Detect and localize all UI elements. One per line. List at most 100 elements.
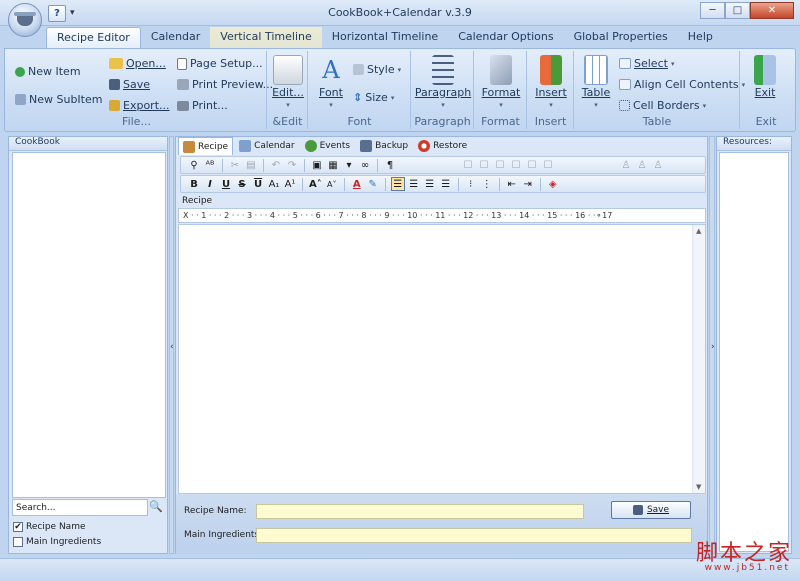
editor-tab-backup[interactable]: Backup bbox=[356, 137, 412, 155]
cookbook-tree[interactable] bbox=[12, 152, 166, 498]
underline-icon[interactable]: U bbox=[219, 177, 233, 191]
spell-icon[interactable]: ♙ bbox=[635, 158, 649, 172]
export-button[interactable]: Export... bbox=[109, 99, 170, 112]
tab-global-properties[interactable]: Global Properties bbox=[564, 27, 678, 49]
italic-icon[interactable]: I bbox=[203, 177, 217, 191]
main-ingredients-checkbox[interactable]: Main Ingredients bbox=[13, 537, 101, 547]
tab-help[interactable]: Help bbox=[678, 27, 723, 49]
table-cell-icon[interactable]: ☐ bbox=[525, 158, 539, 172]
undo-icon[interactable]: ↶ bbox=[269, 158, 283, 172]
resources-list[interactable] bbox=[719, 152, 789, 552]
size-icon: ⇕ bbox=[353, 91, 363, 104]
bold-icon[interactable]: B bbox=[187, 177, 201, 191]
format-button[interactable]: Format ▾ bbox=[477, 55, 525, 111]
table-button[interactable]: Table ▾ bbox=[577, 55, 615, 111]
exit-button[interactable]: Exit bbox=[745, 55, 785, 99]
replace-icon[interactable]: ᴬᴮ bbox=[203, 158, 217, 172]
ruler[interactable]: Ⅹ · · 1 · · · 2 · · · 3 · · · 4 · · · 5 … bbox=[178, 208, 706, 223]
new-item-button[interactable]: New Item bbox=[15, 65, 81, 78]
group-font: A Font ▾ Style ▾ ⇕ Size ▾ Font bbox=[309, 51, 411, 129]
search-input[interactable] bbox=[12, 499, 148, 516]
spell-icon[interactable]: ♙ bbox=[619, 158, 633, 172]
save-ribbon-button[interactable]: Save bbox=[109, 78, 150, 91]
page-setup-button[interactable]: Page Setup... bbox=[177, 57, 263, 70]
recipe-name-checkbox[interactable]: ✔ Recipe Name bbox=[13, 522, 86, 532]
insert-button[interactable]: Insert ▾ bbox=[530, 55, 572, 111]
decrease-indent-icon[interactable]: ⇤ bbox=[505, 177, 519, 191]
save-button[interactable]: Save bbox=[611, 501, 691, 519]
align-left-icon[interactable]: ☰ bbox=[390, 177, 405, 191]
editor-tab-restore[interactable]: Restore bbox=[414, 137, 471, 155]
align-cell-contents-dropdown[interactable]: Align Cell Contents ▾ bbox=[619, 78, 745, 91]
paint-bucket-icon bbox=[490, 55, 512, 85]
main-ingredients-field[interactable] bbox=[256, 528, 692, 543]
cut-icon[interactable]: ✂ bbox=[228, 158, 242, 172]
align-center-icon[interactable]: ☰ bbox=[407, 177, 421, 191]
maximize-button[interactable]: □ bbox=[725, 2, 750, 19]
ribbon: New Item New SubItem Open... Save Export… bbox=[4, 48, 796, 132]
find-icon[interactable]: ⚲ bbox=[187, 158, 201, 172]
link-icon[interactable]: ∞ bbox=[358, 158, 372, 172]
insert-image-icon[interactable]: ▣ bbox=[310, 158, 324, 172]
cell-borders-dropdown[interactable]: Cell Borders ▾ bbox=[619, 99, 706, 112]
size-dropdown[interactable]: ⇕ Size ▾ bbox=[353, 91, 394, 104]
grow-font-icon[interactable]: A˄ bbox=[308, 177, 323, 191]
paragraph-button[interactable]: Paragraph ▾ bbox=[414, 55, 472, 111]
justify-icon[interactable]: ☰ bbox=[439, 177, 453, 191]
edit-button[interactable]: Edit... ▾ bbox=[272, 55, 304, 111]
insert-table-icon[interactable]: ▦ bbox=[326, 158, 340, 172]
tab-horizontal-timeline[interactable]: Horizontal Timeline bbox=[322, 27, 448, 49]
numbered-list-icon[interactable]: ⋮ bbox=[480, 177, 494, 191]
table-cell-icon[interactable]: ☐ bbox=[477, 158, 491, 172]
font-button[interactable]: A Font ▾ bbox=[313, 55, 349, 111]
style-dropdown[interactable]: Style ▾ bbox=[353, 63, 401, 76]
vertical-scrollbar[interactable]: ▲ ▼ bbox=[692, 225, 705, 493]
new-subitem-button[interactable]: New SubItem bbox=[15, 93, 102, 106]
app-orb-button[interactable] bbox=[8, 3, 42, 37]
shrink-font-icon[interactable]: A˅ bbox=[325, 177, 339, 191]
select-dropdown[interactable]: Select ▾ bbox=[619, 57, 674, 70]
scroll-down-icon[interactable]: ▼ bbox=[696, 483, 701, 491]
binoculars-icon[interactable]: 🔍 bbox=[149, 500, 163, 515]
left-splitter[interactable]: ‹ bbox=[169, 136, 174, 554]
editor-tab-events[interactable]: Events bbox=[301, 137, 354, 155]
table-dropdown-icon[interactable]: ▾ bbox=[342, 158, 356, 172]
bullet-list-icon[interactable]: ⁝ bbox=[464, 177, 478, 191]
qat-customize-dropdown[interactable]: ▾ bbox=[70, 8, 75, 18]
right-splitter[interactable]: › bbox=[709, 136, 715, 554]
help-icon[interactable]: ? bbox=[48, 4, 66, 22]
tab-recipe-editor[interactable]: Recipe Editor bbox=[46, 27, 141, 49]
redo-icon[interactable]: ↷ bbox=[285, 158, 299, 172]
align-right-icon[interactable]: ☰ bbox=[423, 177, 437, 191]
superscript-icon[interactable]: A¹ bbox=[283, 177, 297, 191]
editor-tab-recipe[interactable]: Recipe bbox=[178, 137, 234, 155]
table-cell-icon[interactable]: ☐ bbox=[509, 158, 523, 172]
pilcrow-icon[interactable]: ¶ bbox=[383, 158, 397, 172]
table-cell-icon[interactable]: ☐ bbox=[541, 158, 555, 172]
open-button[interactable]: Open... bbox=[109, 57, 166, 70]
minimize-button[interactable]: ─ bbox=[700, 2, 725, 19]
overline-icon[interactable]: U bbox=[251, 177, 265, 191]
scissors-icon bbox=[273, 55, 303, 85]
table-cell-icon[interactable]: ☐ bbox=[461, 158, 475, 172]
tab-calendar-options[interactable]: Calendar Options bbox=[448, 27, 563, 49]
strikethrough-icon[interactable]: S bbox=[235, 177, 249, 191]
subscript-icon[interactable]: A₁ bbox=[267, 177, 281, 191]
spell-icon[interactable]: ♙ bbox=[651, 158, 665, 172]
recipe-text-editor[interactable]: ▲ ▼ bbox=[178, 224, 706, 494]
close-button[interactable]: ✕ bbox=[750, 2, 794, 19]
increase-indent-icon[interactable]: ⇥ bbox=[521, 177, 535, 191]
print-button[interactable]: Print... bbox=[177, 99, 228, 112]
tab-calendar[interactable]: Calendar bbox=[141, 27, 210, 49]
recipe-name-field[interactable] bbox=[256, 504, 584, 519]
fill-color-icon[interactable]: ◈ bbox=[546, 177, 560, 191]
paste-icon[interactable]: ▤ bbox=[244, 158, 258, 172]
tab-vertical-timeline[interactable]: Vertical Timeline bbox=[210, 27, 322, 49]
table-cell-icon[interactable]: ☐ bbox=[493, 158, 507, 172]
scroll-up-icon[interactable]: ▲ bbox=[696, 227, 701, 235]
font-color-icon[interactable]: A bbox=[350, 177, 364, 191]
editor-toolbar-2: B I U S U A₁ A¹ A˄ A˅ A ✎ ☰ ☰ ☰ ☰ ⁝ ⋮ ⇤ … bbox=[180, 175, 706, 193]
editor-tab-calendar[interactable]: Calendar bbox=[235, 137, 298, 155]
highlight-pen-icon[interactable]: ✎ bbox=[366, 177, 380, 191]
print-preview-button[interactable]: Print Preview... bbox=[177, 78, 273, 91]
